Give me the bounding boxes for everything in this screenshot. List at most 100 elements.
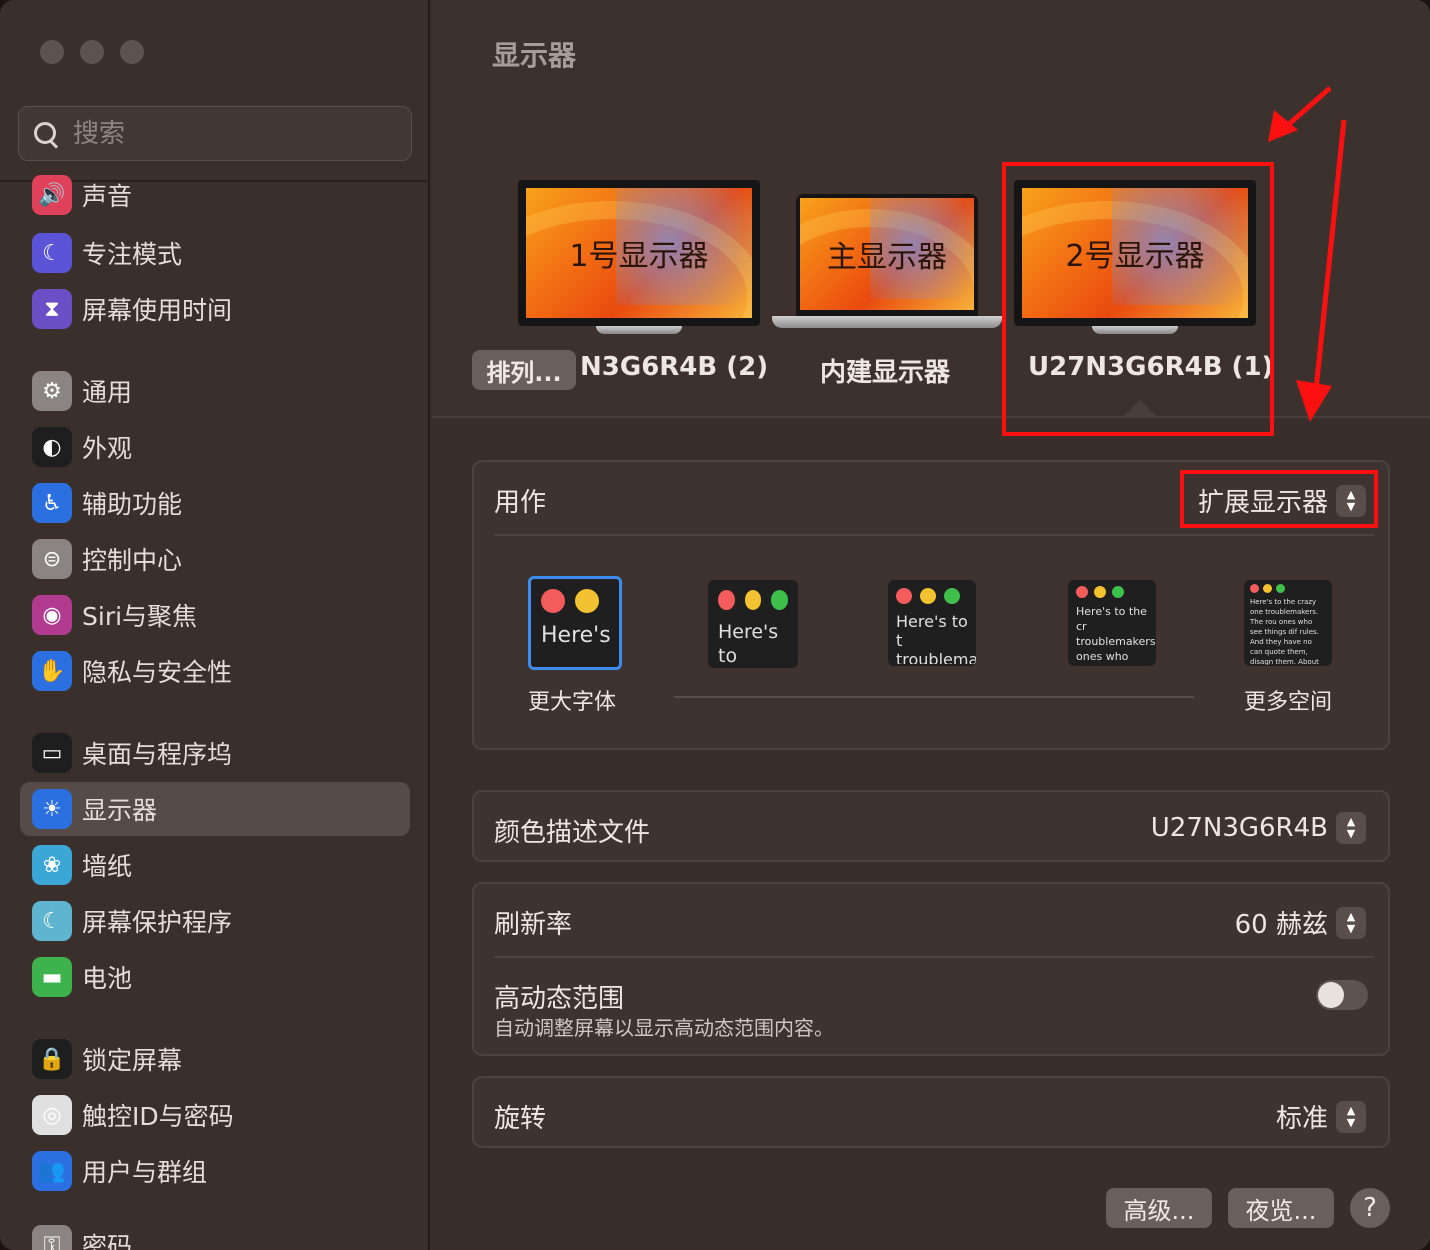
speaker-icon: 🔊 [32,175,72,215]
sidebar-item[interactable]: ⚙ 通用 [20,364,410,418]
help-button[interactable]: ? [1350,1188,1390,1228]
sidebar-item-label: 屏幕保护程序 [82,908,233,937]
sidebar-item[interactable]: ⊜ 控制中心 [20,532,410,586]
sidebar-item-label: Siri与聚焦 [82,602,198,631]
battery-icon: ▬ [32,957,72,997]
rotation-select[interactable]: 标准 ▲ ▼ [1276,1098,1366,1135]
scaling-more-space-label: 更多空间 [1244,690,1333,715]
refresh-rate-label: 刷新率 [494,910,573,940]
key-icon: ⚿ [32,1225,72,1250]
control-center-icon: ⊜ [32,539,72,579]
sun-icon: ☀ [32,789,72,829]
scaling-option-1[interactable]: Here's [528,576,622,670]
hand-icon: ✋ [32,651,72,691]
search-input[interactable] [73,118,373,149]
hdr-description: 自动调整屏幕以显示高动态范围内容。 [494,1016,834,1040]
sidebar-item-label: 隐私与安全性 [82,658,233,687]
use-as-panel: 用作 扩展显示器 ▲▼ Here's Here's to troublem He… [472,460,1390,750]
rotation-value: 标准 [1275,1104,1328,1134]
main-pane: 显示器 1号显示器 主显示器 2号显示器 N3G6R4B (2) 内建显示器 U… [432,0,1430,1250]
sidebar-item-label: 桌面与程序坞 [82,740,233,769]
sidebar-item-label: 电池 [82,964,133,993]
accessibility-icon: ♿ [32,483,72,523]
scaling-option-5-text: Here's to the crazy one troublemakers. T… [1250,598,1319,665]
night-shift-button[interactable]: 夜览... [1228,1188,1334,1228]
sidebar-item-label: 屏幕使用时间 [82,296,233,325]
sidebar-item[interactable]: ◐ 外观 [20,420,410,474]
scaling-option-4[interactable]: Here's to the cr troublemakers. ones who… [1068,580,1156,666]
sidebar-item[interactable]: 🔊 声音 [20,168,410,222]
red-arrows [1268,86,1347,422]
moon-icon: ☾ [32,233,72,273]
sidebar: 🔊 声音 ☾ 专注模式 ⧗ 屏幕使用时间 ⚙ 通用 ◐ 外观 ♿ 辅助功能 ⊜ 控制中心 ◉ Siri与聚焦 ✋… [0,0,430,1250]
sidebar-item-label: 锁定屏幕 [82,1046,183,1075]
highlight-box-use-as [1180,470,1378,528]
search-field[interactable] [18,106,412,161]
page-title: 显示器 [492,39,577,72]
scaling-option-1-text: Here's [541,623,611,648]
sidebar-item[interactable]: ☾ 专注模式 [20,226,410,280]
monitor-1-label: 1号显示器 [569,239,709,274]
color-profile-label: 颜色描述文件 [494,818,651,848]
minimize-button[interactable] [80,40,104,64]
sidebar-item-label: 密码 [82,1232,133,1250]
scaling-option-4-text: Here's to the cr troublemakers. ones who… [1076,605,1156,666]
monitor-builtin-name: 内建显示器 [820,358,951,388]
sidebar-item[interactable]: 👥 用户与群组 [20,1144,410,1198]
refresh-rate-select[interactable]: 60 赫兹 ▲ ▼ [1235,904,1366,941]
chevron-updown-icon: ▲ ▼ [1336,906,1366,939]
window-controls [40,40,144,64]
advanced-button[interactable]: 高级... [1106,1188,1212,1228]
sidebar-item[interactable]: ◎ 触控ID与密码 [20,1088,410,1142]
sidebar-item-label: 触控ID与密码 [82,1102,234,1131]
refresh-hdr-panel: 刷新率 60 赫兹 ▲ ▼ 高动态范围 自动调整屏幕以显示高动态范围内容。 [472,882,1390,1056]
monitor-2-label: 2号显示器 [1065,239,1205,274]
zoom-button[interactable] [120,40,144,64]
sidebar-item[interactable]: ☾ 屏幕保护程序 [20,894,410,948]
close-button[interactable] [40,40,64,64]
scaling-option-3-text: Here's to t troublema ones who [896,612,976,664]
flower-icon: ❀ [32,845,72,885]
chevron-updown-icon: ▲ ▼ [1336,1100,1366,1133]
dock-icon: ▭ [32,733,72,773]
sidebar-item[interactable]: ◉ Siri与聚焦 [20,588,410,642]
sidebar-item-label: 墙纸 [82,852,133,881]
sidebar-item[interactable]: 🔒 锁定屏幕 [20,1032,410,1086]
color-profile-select[interactable]: U27N3G6R4B ▲ ▼ [1151,812,1366,844]
settings-window: 🔊 声音 ☾ 专注模式 ⧗ 屏幕使用时间 ⚙ 通用 ◐ 外观 ♿ 辅助功能 ⊜ 控制中心 ◉ Siri与聚焦 ✋… [0,0,1430,1250]
use-as-label: 用作 [494,488,547,518]
sidebar-item[interactable]: ✋ 隐私与安全性 [20,644,410,698]
highlight-box-monitor-2 [1002,162,1274,436]
scaling-option-2-text: Here's to troublem [718,621,779,667]
siri-icon: ◉ [32,595,72,635]
sidebar-item-label: 控制中心 [82,546,183,575]
sidebar-item[interactable]: ▬ 电池 [20,950,410,1004]
display-arrangement-area: 显示器 1号显示器 主显示器 2号显示器 N3G6R4B (2) 内建显示器 U… [432,0,1430,436]
color-profile-value: U27N3G6R4B [1150,813,1328,843]
scaling-option-2[interactable]: Here's to troublem [708,580,798,668]
sidebar-item[interactable]: ☀ 显示器 [20,782,410,836]
scaling-slider-track [674,696,1194,698]
monitor-1[interactable]: 1号显示器 [518,180,760,340]
arrange-button[interactable]: 排列... [472,350,576,390]
sidebar-item-label: 显示器 [82,796,158,825]
divider [494,534,1374,536]
rotation-label: 旋转 [494,1104,547,1134]
sidebar-item[interactable]: ⧗ 屏幕使用时间 [20,282,410,336]
sidebar-item[interactable]: ♿ 辅助功能 [20,476,410,530]
sidebar-item-label: 辅助功能 [82,490,183,519]
sidebar-item-label: 声音 [82,182,133,211]
scaling-option-3[interactable]: Here's to t troublema ones who [888,580,976,666]
scaling-option-5[interactable]: Here's to the crazy one troublemakers. T… [1244,580,1332,666]
sidebar-item[interactable]: ⚿ 密码 [20,1218,410,1250]
hdr-toggle[interactable] [1316,980,1368,1010]
sidebar-item[interactable]: ▭ 桌面与程序坞 [20,726,410,780]
sidebar-item-label: 专注模式 [82,240,183,269]
sidebar-item-label: 通用 [82,378,133,407]
scaling-larger-text-label: 更大字体 [528,690,617,715]
lock-icon: 🔒 [32,1039,72,1079]
search-icon [33,121,59,147]
sidebar-item[interactable]: ❀ 墙纸 [20,838,410,892]
gear-icon: ⚙ [32,371,72,411]
monitor-builtin[interactable]: 主显示器 [772,194,1002,334]
